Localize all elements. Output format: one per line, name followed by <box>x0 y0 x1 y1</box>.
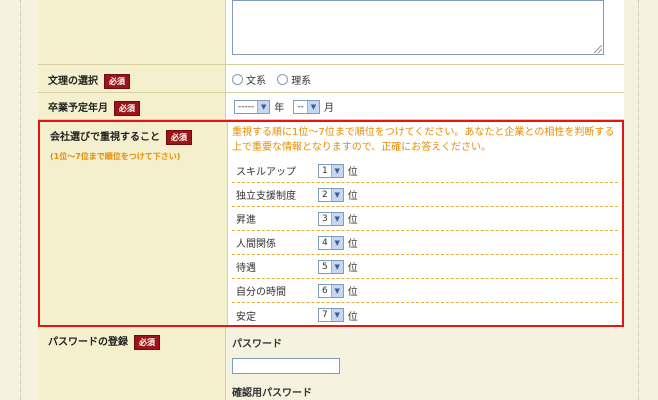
priorities-sub-label: (1位〜7位まで順位をつけて下さい) <box>50 151 181 161</box>
password-field-label: パスワード <box>232 339 282 350</box>
rank-item-name: 人間関係 <box>236 239 276 250</box>
form-page: 文理の選択 必須 文系 理系 卒業予定年月 必須 ----- ▼ 年 -- ▼ 月 会社選び… <box>0 0 658 400</box>
free-text-value-cell <box>225 0 624 64</box>
rank-item-name: スキルアップ <box>236 167 296 178</box>
rank-row: 人間関係 4 ▼ 位 <box>232 231 618 255</box>
priorities-label-cell: 会社選びで重視すること 必須 (1位〜7位まで順位をつけて下さい) <box>40 122 227 325</box>
graduation-month-select[interactable]: -- ▼ <box>293 99 320 114</box>
chevron-down-icon[interactable]: ▼ <box>330 188 343 201</box>
humanities-science-label: 文理の選択 <box>48 76 98 87</box>
rank-value: 2 <box>322 189 328 200</box>
rank-select[interactable]: 5 ▼ <box>318 259 344 274</box>
rank-row: 待遇 5 ▼ 位 <box>232 255 618 279</box>
science-radio-label[interactable]: 理系 <box>291 76 311 87</box>
rank-select[interactable]: 3 ▼ <box>318 211 344 226</box>
required-badge: 必須 <box>166 129 192 145</box>
rank-unit: 位 <box>347 311 358 323</box>
priorities-value-cell: 重視する順に1位〜7位まで順位をつけてください。あなたと企業との相性を判断する上… <box>227 122 622 325</box>
chevron-down-icon[interactable]: ▼ <box>330 309 343 321</box>
rank-unit: 位 <box>347 167 358 178</box>
humanities-science-options: 文系 理系 <box>225 65 624 92</box>
priorities-label: 会社選びで重視すること <box>50 132 160 143</box>
rank-row: 自分の時間 6 ▼ 位 <box>232 279 618 303</box>
humanities-science-label-cell: 文理の選択 必須 <box>38 65 225 92</box>
company-priorities-section: 会社選びで重視すること 必須 (1位〜7位まで順位をつけて下さい) 重視する順に1… <box>38 120 624 327</box>
password-value-cell: パスワード 確認用パスワード <box>225 327 624 400</box>
rank-select[interactable]: 4 ▼ <box>318 235 344 250</box>
graduation-year-value: ----- <box>238 101 255 112</box>
rank-value: 6 <box>322 285 328 296</box>
right-guide-line <box>638 0 639 400</box>
required-badge: 必須 <box>104 73 130 89</box>
rank-unit: 位 <box>347 239 358 250</box>
left-guide-line <box>20 0 21 400</box>
rank-item-name: 昇進 <box>236 215 256 226</box>
science-radio[interactable] <box>277 74 289 85</box>
rank-item-name: 自分の時間 <box>236 287 286 298</box>
rank-select[interactable]: 6 ▼ <box>318 283 344 298</box>
chevron-down-icon[interactable]: ▼ <box>306 100 319 113</box>
chevron-down-icon[interactable]: ▼ <box>330 260 343 273</box>
month-unit: 月 <box>323 103 334 114</box>
free-text-row <box>38 0 624 65</box>
graduation-label-cell: 卒業予定年月 必須 <box>38 93 225 119</box>
rank-item-name: 安定 <box>236 311 256 323</box>
rank-unit: 位 <box>347 215 358 226</box>
graduation-row: 卒業予定年月 必須 ----- ▼ 年 -- ▼ 月 <box>38 93 624 120</box>
required-badge: 必須 <box>114 100 140 116</box>
humanities-radio[interactable] <box>232 74 243 85</box>
graduation-month-value: -- <box>297 101 304 112</box>
rank-select[interactable]: 1 ▼ <box>318 163 344 178</box>
chevron-down-icon[interactable]: ▼ <box>330 164 343 177</box>
registration-form-table: 文理の選択 必須 文系 理系 卒業予定年月 必須 ----- ▼ 年 -- ▼ 月 会社選び… <box>38 0 624 400</box>
rank-select[interactable]: 7 ▼ <box>318 308 344 322</box>
rank-select[interactable]: 2 ▼ <box>318 187 344 202</box>
password-section-label: パスワードの登録 <box>48 337 128 348</box>
chevron-down-icon[interactable]: ▼ <box>330 236 343 249</box>
priorities-instructions: 重視する順に1位〜7位まで順位をつけてください。あなたと企業との相性を判断する上… <box>232 127 615 153</box>
confirm-password-label: 確認用パスワード <box>232 388 312 399</box>
graduation-selects: ----- ▼ 年 -- ▼ 月 <box>225 93 624 119</box>
rank-value: 1 <box>322 165 328 176</box>
password-label-cell: パスワードの登録 必須 <box>38 327 225 400</box>
rank-row: 独立支援制度 2 ▼ 位 <box>232 183 618 207</box>
chevron-down-icon[interactable]: ▼ <box>257 100 270 113</box>
rank-value: 7 <box>322 310 328 320</box>
rank-item-name: 独立支援制度 <box>236 191 296 202</box>
free-text-textarea[interactable] <box>232 0 604 55</box>
rank-item-name: 待遇 <box>236 263 256 274</box>
rank-list: スキルアップ 1 ▼ 位 独立支援制度 2 ▼ 位 昇進 3 ▼ 位 人間関係 4 ▼ 位 <box>232 159 618 327</box>
rank-value: 5 <box>322 261 328 272</box>
resize-grip-icon[interactable] <box>594 45 602 53</box>
rank-value: 3 <box>322 213 328 224</box>
graduation-label: 卒業予定年月 <box>48 103 108 114</box>
chevron-down-icon[interactable]: ▼ <box>330 212 343 225</box>
year-unit: 年 <box>274 103 285 114</box>
humanities-science-row: 文理の選択 必須 文系 理系 <box>38 65 624 93</box>
rank-unit: 位 <box>347 191 358 202</box>
graduation-year-select[interactable]: ----- ▼ <box>234 99 271 114</box>
humanities-radio-label[interactable]: 文系 <box>246 76 266 87</box>
chevron-down-icon[interactable]: ▼ <box>330 284 343 297</box>
rank-row: 安定 7 ▼ 位 <box>232 303 618 327</box>
rank-row: スキルアップ 1 ▼ 位 <box>232 159 618 183</box>
free-text-label-cell <box>38 0 225 64</box>
rank-row: 昇進 3 ▼ 位 <box>232 207 618 231</box>
rank-unit: 位 <box>347 263 358 274</box>
password-row: パスワードの登録 必須 パスワード 確認用パスワード <box>38 327 624 400</box>
rank-value: 4 <box>322 237 328 248</box>
rank-unit: 位 <box>347 287 358 298</box>
required-badge: 必須 <box>134 334 160 350</box>
password-input[interactable] <box>232 358 340 374</box>
